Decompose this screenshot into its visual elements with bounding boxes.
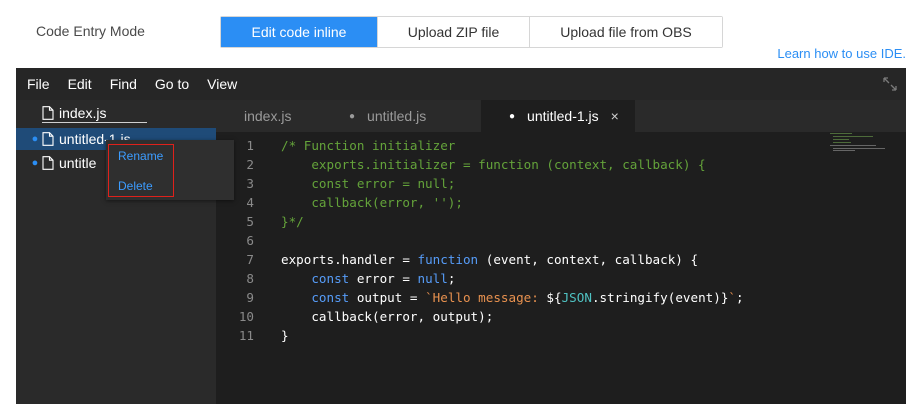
code-token: exports.initializer = function (context,… <box>281 157 706 172</box>
ide-menubar: File Edit Find Go to View <box>16 68 906 100</box>
page-root: Code Entry Mode Edit code inline Upload … <box>0 0 920 404</box>
code-line[interactable]: 7 exports.handler = function (event, cont… <box>216 250 906 269</box>
code-text: const output = `Hello message: ${JSON.st… <box>281 288 744 307</box>
editor-tabs: index.js ● untitled.js ● untitled-1.js × <box>216 100 906 132</box>
code-token: exports.handler = <box>281 252 418 267</box>
modified-dot-icon: ● <box>349 110 356 122</box>
line-number: 8 <box>246 271 254 286</box>
code-token: }*/ <box>281 214 304 229</box>
tab-label: untitled-1.js <box>527 108 599 124</box>
line-number: 10 <box>238 309 254 324</box>
highlight-box <box>108 144 174 197</box>
modified-dot-icon: ● <box>31 157 39 169</box>
code-entry-mode-label: Code Entry Mode <box>36 23 145 39</box>
code-token: /* Function initializer <box>281 138 456 153</box>
code-entry-mode-selector: Edit code inline Upload ZIP file Upload … <box>220 16 723 48</box>
menu-goto[interactable]: Go to <box>155 76 189 92</box>
code-token: const <box>311 290 350 305</box>
learn-ide-link[interactable]: Learn how to use IDE. <box>777 46 906 61</box>
code-token: null <box>417 271 448 286</box>
code-token: `Hello message: <box>425 290 547 305</box>
code-line[interactable]: 4 callback(error, ''); <box>216 193 906 212</box>
code-token: ; <box>447 271 456 286</box>
code-token: error = <box>349 271 418 286</box>
code-text: } <box>281 326 289 345</box>
menu-view[interactable]: View <box>207 76 237 92</box>
file-icon <box>42 106 54 120</box>
upload-zip-button[interactable]: Upload ZIP file <box>378 17 530 47</box>
tab-untitled-1[interactable]: ● untitled-1.js × <box>481 100 635 132</box>
file-name: index.js <box>59 105 107 121</box>
tab-label: untitled.js <box>367 108 427 124</box>
line-number: 7 <box>246 252 254 267</box>
code-token: ; <box>736 290 744 305</box>
code-text: exports.handler = function (event, conte… <box>281 250 698 269</box>
menu-find[interactable]: Find <box>110 76 137 92</box>
line-number: 9 <box>246 290 254 305</box>
code-token: .stringify(event)} <box>591 290 729 305</box>
code-line[interactable]: 10 callback(error, output); <box>216 307 906 326</box>
code-token: output = <box>349 290 426 305</box>
tab-index[interactable]: index.js <box>216 100 321 132</box>
code-token: ` <box>728 290 737 305</box>
code-text: /* Function initializer <box>281 136 455 155</box>
code-editor[interactable]: 1/* Function initializer 2 exports.initia… <box>216 132 906 404</box>
code-token: JSON <box>561 290 592 305</box>
code-token: (event, context, callback) { <box>478 252 699 267</box>
file-icon <box>42 132 54 146</box>
code-line[interactable]: 9 const output = `Hello message: ${JSON.… <box>216 288 906 307</box>
file-name: untitle <box>59 155 97 171</box>
fullscreen-icon[interactable] <box>882 76 898 92</box>
close-icon[interactable]: × <box>611 108 619 124</box>
code-text: callback(error, output); <box>281 307 493 326</box>
line-number: 6 <box>246 233 254 248</box>
code-token: const error = null; <box>281 176 456 191</box>
code-token: ${ <box>546 290 562 305</box>
code-token: } <box>281 328 289 343</box>
file-underline <box>42 122 147 123</box>
ide-panel: File Edit Find Go to View index.js ● unt… <box>16 68 906 404</box>
modified-dot-icon: ● <box>509 110 516 122</box>
line-number: 5 <box>246 214 254 229</box>
code-token: callback(error, ''); <box>281 195 463 210</box>
code-text: const error = null; <box>281 174 455 193</box>
code-line[interactable]: 11} <box>216 326 906 345</box>
code-line[interactable]: 6 <box>216 231 906 250</box>
code-text: exports.initializer = function (context,… <box>281 155 706 174</box>
code-token: function <box>417 252 479 267</box>
code-text: callback(error, ''); <box>281 193 463 212</box>
modified-dot-icon: ● <box>31 133 39 145</box>
upload-obs-button[interactable]: Upload file from OBS <box>530 17 722 47</box>
tab-untitled[interactable]: ● untitled.js <box>321 100 481 132</box>
code-token: callback(error, output); <box>281 309 494 324</box>
code-token: const <box>311 271 350 286</box>
menu-file[interactable]: File <box>27 76 50 92</box>
code-line[interactable]: 1/* Function initializer <box>216 136 906 155</box>
file-item-index[interactable]: index.js <box>16 102 216 124</box>
code-line[interactable]: 5 }*/ <box>216 212 906 231</box>
code-line[interactable]: 2 exports.initializer = function (contex… <box>216 155 906 174</box>
file-icon <box>42 156 54 170</box>
line-number: 11 <box>238 328 254 343</box>
code-text: }*/ <box>281 212 304 231</box>
edit-code-inline-button[interactable]: Edit code inline <box>221 17 378 47</box>
menu-edit[interactable]: Edit <box>68 76 92 92</box>
code-line[interactable]: 8 const error = null; <box>216 269 906 288</box>
code-text: const error = null; <box>281 269 455 288</box>
code-line[interactable]: 3 const error = null; <box>216 174 906 193</box>
tab-label: index.js <box>244 108 292 124</box>
